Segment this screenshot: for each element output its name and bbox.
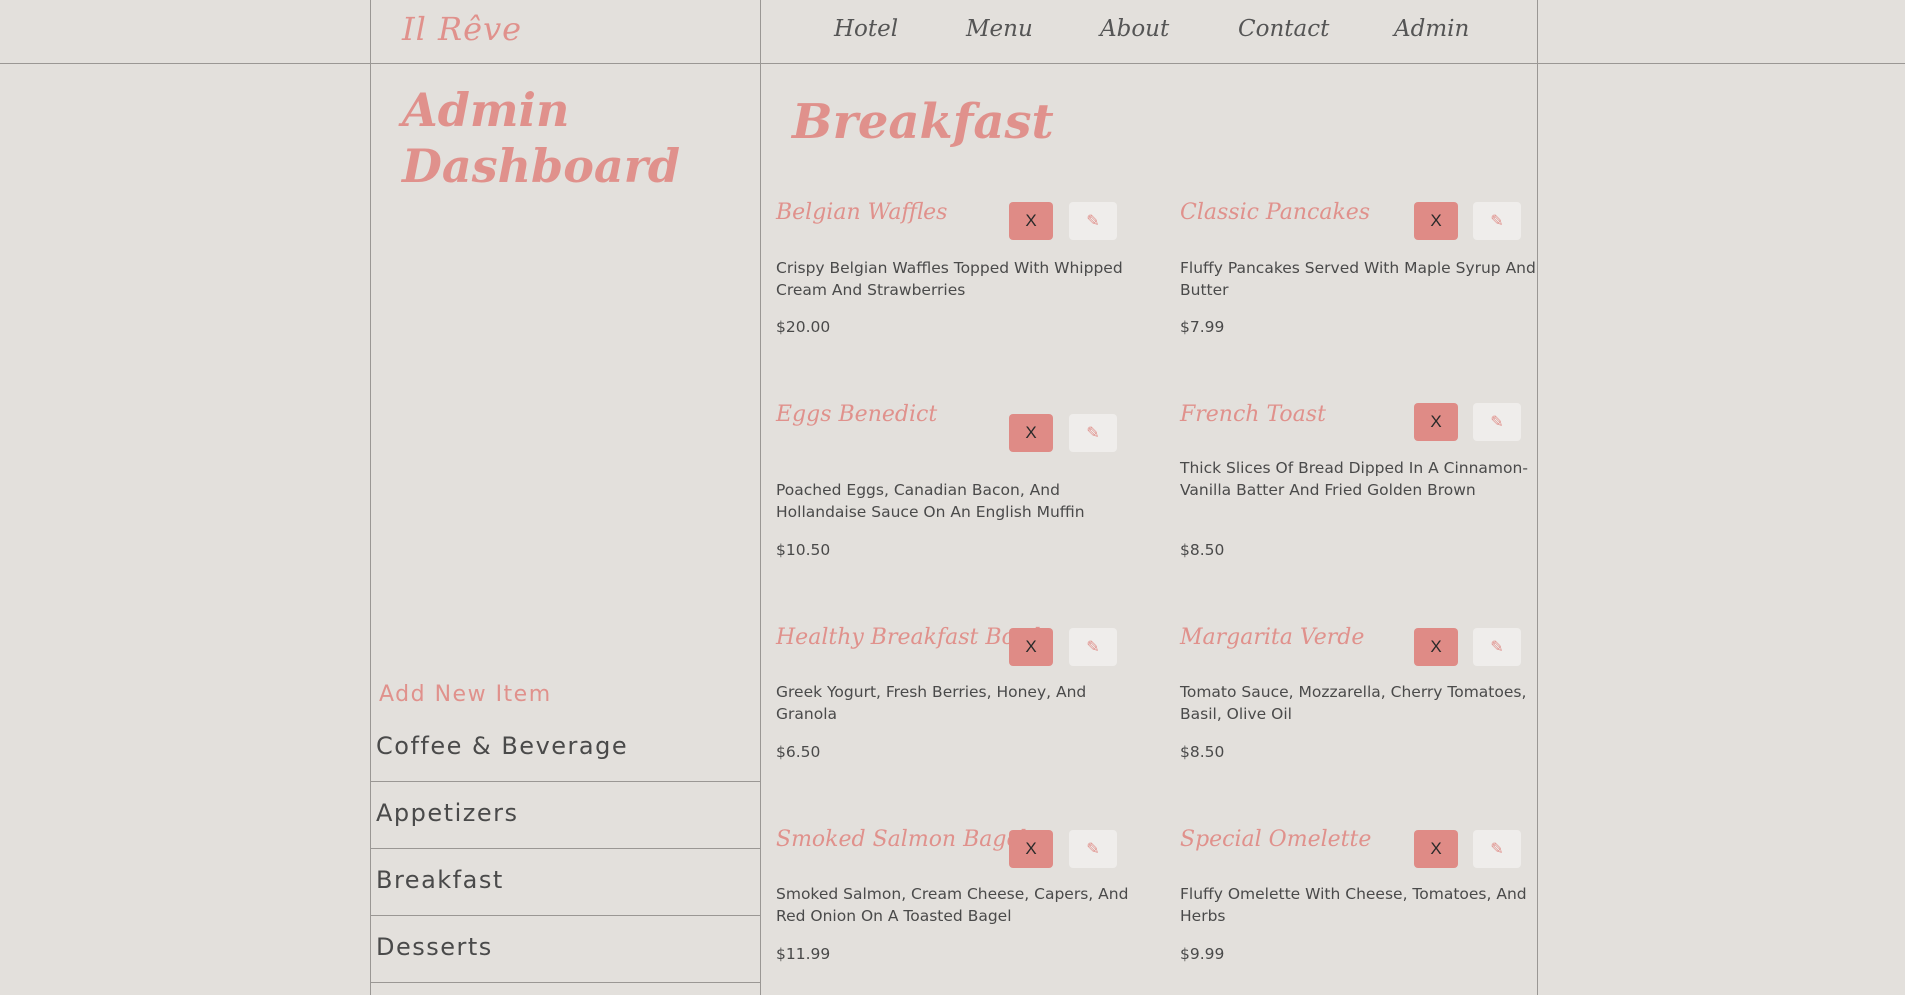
item-price: $7.99	[1180, 318, 1225, 336]
pencil-icon: ✎	[1490, 839, 1504, 858]
item-description: Fluffy Pancakes Served With Maple Syrup …	[1180, 259, 1536, 299]
item-description: Poached Eggs, Canadian Bacon, And Hollan…	[776, 481, 1085, 521]
pencil-icon: ✎	[1086, 637, 1100, 656]
category-breakfast[interactable]: Breakfast	[371, 849, 760, 916]
item-price: $10.50	[776, 541, 831, 559]
category-coffee-beverage[interactable]: Coffee & Beverage	[371, 715, 760, 782]
pencil-icon: ✎	[1086, 839, 1100, 858]
delete-item-button[interactable]: X	[1009, 830, 1053, 868]
item-price: $11.99	[776, 945, 831, 963]
pencil-icon: ✎	[1490, 637, 1504, 656]
main-nav: Hotel Menu About Contact Admin	[760, 0, 1537, 64]
nav-contact[interactable]: Contact	[1238, 16, 1329, 42]
item-price: $8.50	[1180, 743, 1225, 761]
nav-hotel[interactable]: Hotel	[834, 16, 898, 42]
edit-item-button[interactable]: ✎	[1473, 403, 1521, 441]
item-name: Smoked Salmon Bagel	[776, 827, 1027, 852]
pencil-icon: ✎	[1086, 423, 1100, 442]
site-logo[interactable]: Il Rêve	[402, 10, 522, 48]
delete-item-button[interactable]: X	[1009, 414, 1053, 452]
pencil-icon: ✎	[1086, 211, 1100, 230]
edit-item-button[interactable]: ✎	[1069, 830, 1117, 868]
delete-item-button[interactable]: X	[1414, 202, 1458, 240]
item-price: $6.50	[776, 743, 821, 761]
edit-item-button[interactable]: ✎	[1069, 414, 1117, 452]
dashboard-title: Admin Dashboard	[402, 83, 681, 193]
pencil-icon: ✎	[1490, 211, 1504, 230]
add-new-item-button[interactable]: Add New Item	[379, 682, 552, 707]
item-description: Crispy Belgian Waffles Topped With Whipp…	[776, 259, 1123, 299]
item-name: French Toast	[1180, 402, 1326, 427]
edit-item-button[interactable]: ✎	[1473, 628, 1521, 666]
sidebar-right-border	[760, 0, 761, 995]
page-title: Breakfast	[792, 94, 1054, 150]
delete-item-button[interactable]: X	[1414, 628, 1458, 666]
delete-item-button[interactable]: X	[1414, 403, 1458, 441]
delete-item-button[interactable]: X	[1009, 202, 1053, 240]
item-name: Special Omelette	[1180, 827, 1372, 852]
item-description: Smoked Salmon, Cream Cheese, Capers, And…	[776, 885, 1129, 925]
category-list: Coffee & Beverage Appetizers Breakfast D…	[371, 715, 760, 983]
pencil-icon: ✎	[1490, 412, 1504, 431]
item-name: Margarita Verde	[1180, 625, 1365, 650]
item-price: $20.00	[776, 318, 831, 336]
item-name: Belgian Waffles	[776, 200, 948, 225]
item-description: Greek Yogurt, Fresh Berries, Honey, And …	[776, 683, 1087, 723]
item-price: $9.99	[1180, 945, 1225, 963]
edit-item-button[interactable]: ✎	[1069, 202, 1117, 240]
category-appetizers[interactable]: Appetizers	[371, 782, 760, 849]
item-description: Thick Slices Of Bread Dipped In A Cinnam…	[1180, 459, 1528, 499]
nav-admin[interactable]: Admin	[1394, 16, 1469, 42]
item-price: $8.50	[1180, 541, 1225, 559]
item-description: Fluffy Omelette With Cheese, Tomatoes, A…	[1180, 885, 1527, 925]
nav-about[interactable]: About	[1100, 16, 1169, 42]
edit-item-button[interactable]: ✎	[1473, 202, 1521, 240]
delete-item-button[interactable]: X	[1414, 830, 1458, 868]
delete-item-button[interactable]: X	[1009, 628, 1053, 666]
edit-item-button[interactable]: ✎	[1473, 830, 1521, 868]
nav-menu[interactable]: Menu	[966, 16, 1033, 42]
category-desserts[interactable]: Desserts	[371, 916, 760, 983]
edit-item-button[interactable]: ✎	[1069, 628, 1117, 666]
item-name: Healthy Breakfast Bowl	[776, 625, 1041, 650]
item-name: Classic Pancakes	[1180, 200, 1371, 225]
item-description: Tomato Sauce, Mozzarella, Cherry Tomatoe…	[1180, 683, 1527, 723]
item-name: Eggs Benedict	[776, 402, 938, 427]
